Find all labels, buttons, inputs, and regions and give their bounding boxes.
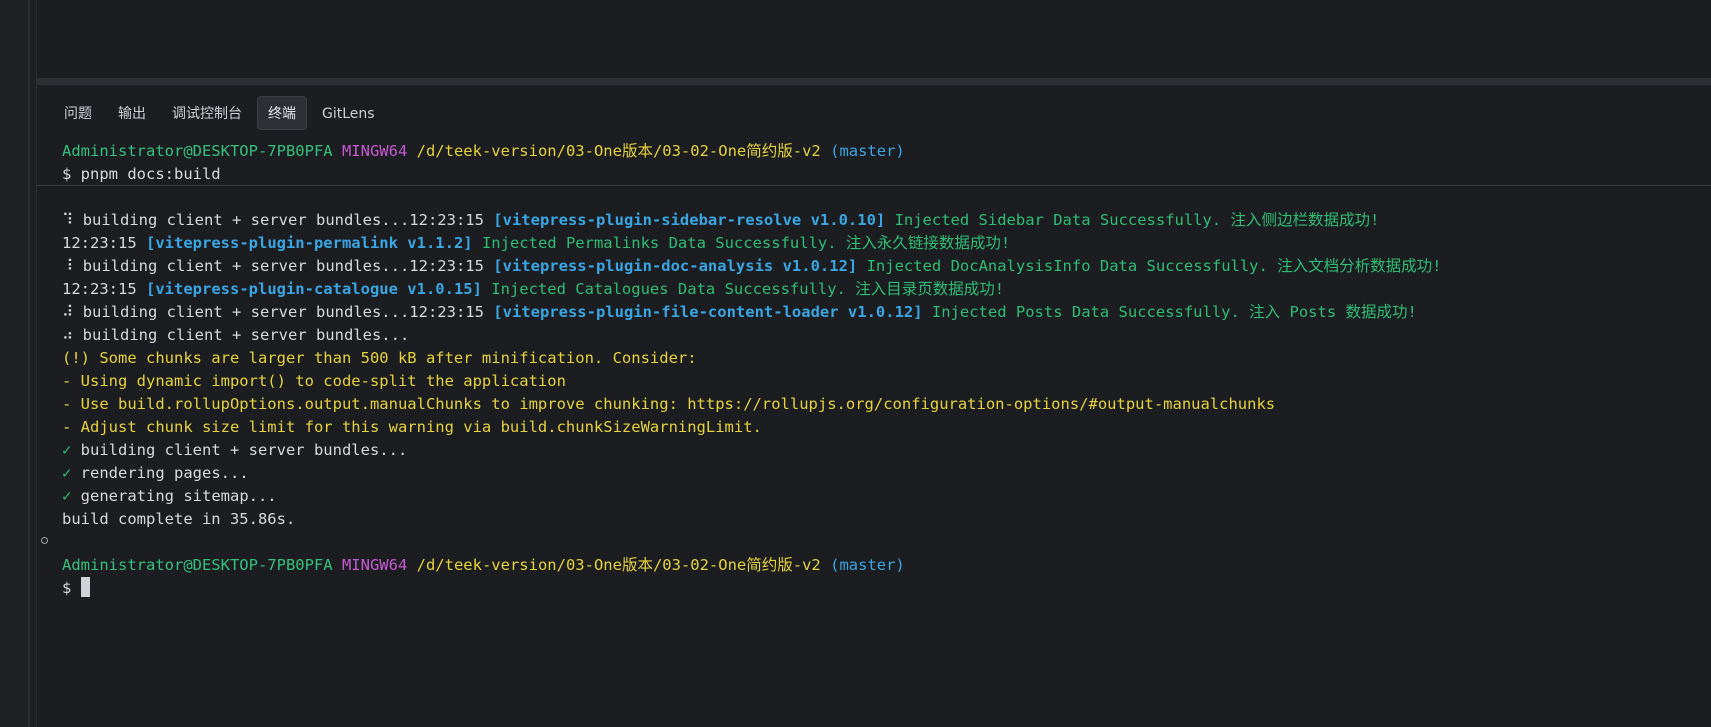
spinner-icon: ⠹ — [62, 211, 74, 229]
command-decoration-icon[interactable] — [41, 537, 48, 544]
log-line: 12:23:15 [vitepress-plugin-permalink v1.… — [62, 232, 1702, 255]
tab-gitlens[interactable]: GitLens — [311, 96, 386, 130]
warning-line: - Use build.rollupOptions.output.manualC… — [62, 395, 1276, 413]
warning-line: - Using dynamic import() to code-split t… — [62, 372, 566, 390]
tab-terminal[interactable]: 终端 — [257, 96, 307, 130]
prompt-user: Administrator@DESKTOP-7PB0PFA — [62, 556, 333, 574]
prompt-line: Administrator@DESKTOP-7PB0PFA MINGW64 /d… — [62, 140, 1702, 163]
log-message: Injected Sidebar Data Successfully. 注入侧边… — [885, 211, 1380, 229]
panel-resize-sash[interactable] — [37, 78, 1711, 85]
log-prefix: 12:23:15 — [62, 234, 146, 252]
tab-output[interactable]: 输出 — [107, 96, 157, 130]
plugin-tag: [vitepress-plugin-catalogue v1.0.15] — [146, 280, 482, 298]
check-line: ✓ building client + server bundles... — [62, 439, 1702, 462]
log-message: Injected Posts Data Successfully. 注入 Pos… — [922, 303, 1417, 321]
prompt-shell: MINGW64 — [341, 142, 408, 160]
check-line: ✓ generating sitemap... — [62, 485, 1702, 508]
log-line: 12:23:15 [vitepress-plugin-catalogue v1.… — [62, 278, 1702, 301]
bottom-panel: 问题 输出 调试控制台 终端 GitLens Administrator@DES… — [37, 85, 1711, 727]
log-prefix: building client + server bundles...12:23… — [73, 257, 494, 275]
log-message: Injected Permalinks Data Successfully. 注… — [472, 234, 1011, 252]
spinner-icon: ⠸ — [62, 257, 74, 275]
terminal-output[interactable]: Administrator@DESKTOP-7PB0PFA MINGW64 /d… — [62, 140, 1702, 600]
log-prefix: building client + server bundles...12:23… — [73, 211, 494, 229]
log-line: ⠸ building client + server bundles...12:… — [62, 255, 1702, 278]
log-message: Injected DocAnalysisInfo Data Successful… — [857, 257, 1442, 275]
log-message: Injected Catalogues Data Successfully. 注… — [481, 280, 1005, 298]
build-complete-line: build complete in 35.86s. — [62, 510, 296, 528]
log-line: ⠹ building client + server bundles...12:… — [62, 209, 1702, 232]
text-cursor — [80, 577, 90, 597]
log-prefix: building client + server bundles...12:23… — [73, 303, 494, 321]
log-line: ⠼ building client + server bundles...12:… — [62, 301, 1702, 324]
plugin-tag: [vitepress-plugin-doc-analysis v1.0.12] — [493, 257, 858, 275]
check-text: building client + server bundles... — [71, 441, 408, 459]
prompt-branch: (master) — [830, 142, 905, 160]
checkmark-icon: ✓ — [62, 487, 72, 505]
command-line: $ pnpm docs:build — [62, 165, 221, 183]
plugin-tag: [vitepress-plugin-permalink v1.1.2] — [146, 234, 473, 252]
plugin-tag: [vitepress-plugin-sidebar-resolve v1.0.1… — [493, 211, 886, 229]
panel-tabs: 问题 输出 调试控制台 终端 GitLens — [53, 96, 386, 130]
check-line: ✓ rendering pages... — [62, 462, 1702, 485]
checkmark-icon: ✓ — [62, 464, 72, 482]
tab-debug-console[interactable]: 调试控制台 — [161, 96, 253, 130]
bundling-line: ⠴ building client + server bundles... — [62, 326, 410, 344]
activity-divider — [28, 0, 30, 727]
prompt-user: Administrator@DESKTOP-7PB0PFA — [62, 142, 333, 160]
plugin-tag: [vitepress-plugin-file-content-loader v1… — [493, 303, 923, 321]
check-text: rendering pages... — [71, 464, 249, 482]
input-line[interactable]: $ — [62, 577, 1702, 600]
spinner-icon: ⠼ — [62, 303, 74, 321]
warning-line: (!) Some chunks are larger than 500 kB a… — [62, 349, 697, 367]
warning-line: - Adjust chunk size limit for this warni… — [62, 418, 762, 436]
checkmark-icon: ✓ — [62, 441, 72, 459]
input-prompt: $ — [62, 579, 81, 597]
prompt-path: /d/teek-version/03-One版本/03-02-One简约版-v2 — [416, 556, 821, 574]
tab-problems[interactable]: 问题 — [53, 96, 103, 130]
prompt-path: /d/teek-version/03-One版本/03-02-One简约版-v2 — [416, 142, 821, 160]
log-prefix: 12:23:15 — [62, 280, 146, 298]
activity-strip — [0, 0, 37, 727]
prompt-line: Administrator@DESKTOP-7PB0PFA MINGW64 /d… — [62, 554, 1702, 577]
editor-area — [37, 0, 1711, 78]
prompt-branch: (master) — [830, 556, 905, 574]
check-text: generating sitemap... — [71, 487, 277, 505]
prompt-shell: MINGW64 — [341, 556, 408, 574]
